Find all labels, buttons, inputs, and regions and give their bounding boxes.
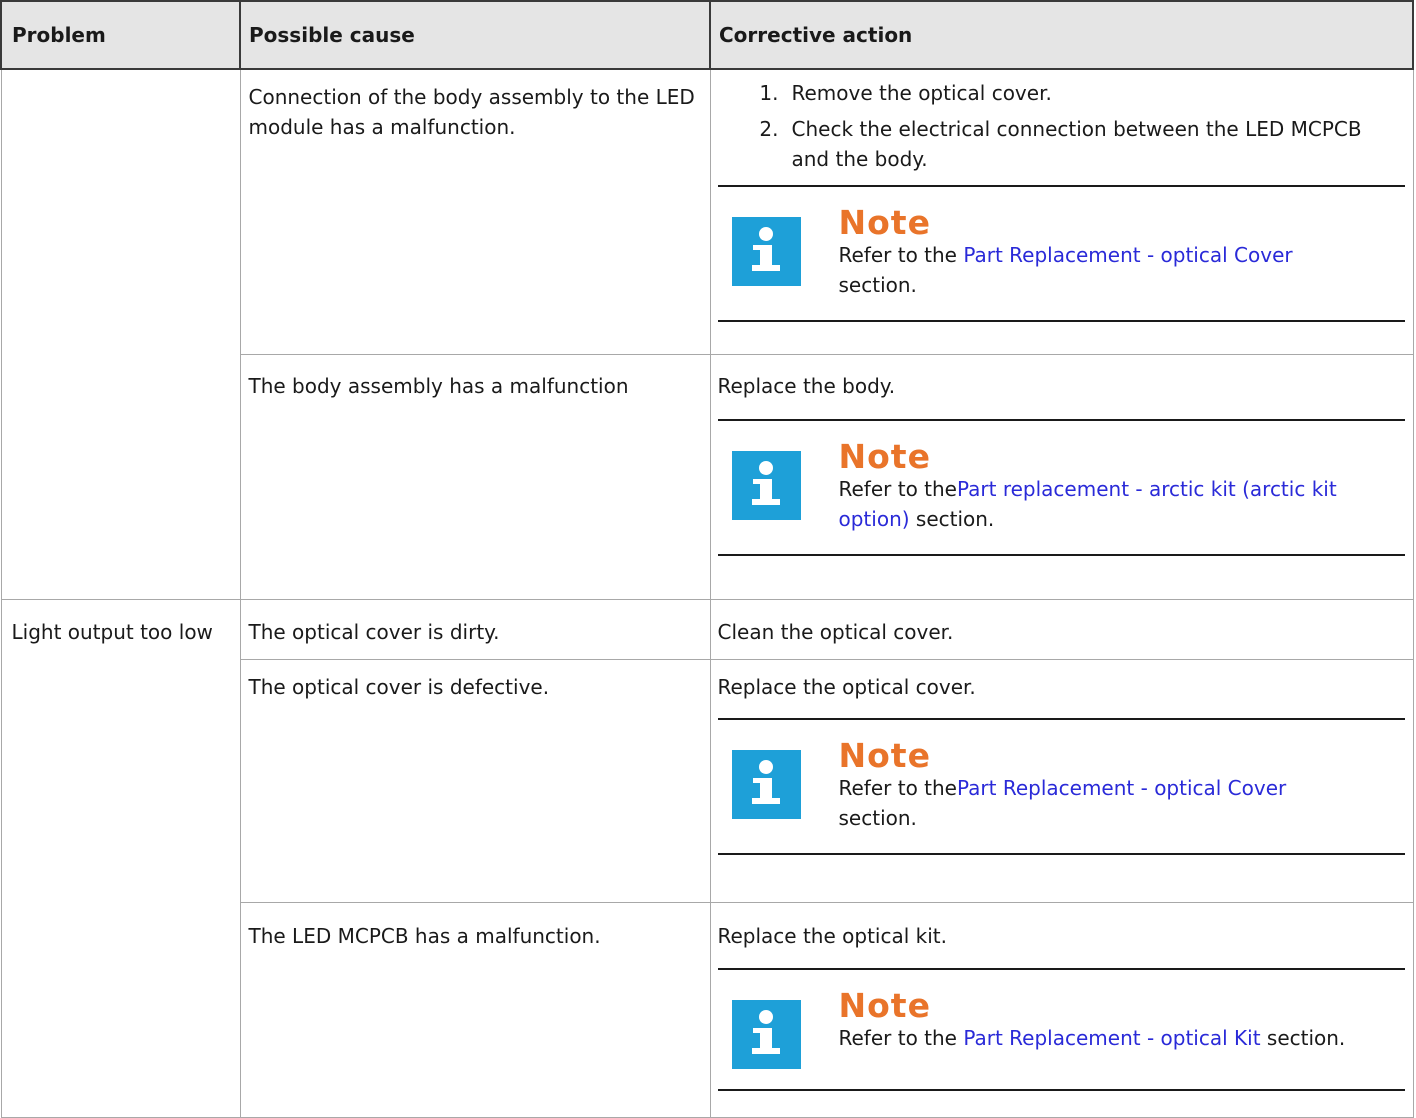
table-row: Light output too low The optical cover i… bbox=[0, 599, 1414, 1118]
problem-cell bbox=[0, 68, 241, 600]
note-text: Refer to thePart Replacement - optical C… bbox=[838, 776, 1287, 830]
info-icon bbox=[731, 451, 801, 520]
problem-cell: Light output too low bbox=[0, 599, 241, 1118]
note-box: Note Refer to thePart Replacement - opti… bbox=[717, 718, 1405, 855]
step-text: Check the electrical connection between … bbox=[791, 117, 1362, 171]
note-text: Refer to thePart replacement - arctic ki… bbox=[838, 477, 1337, 531]
info-icon bbox=[731, 217, 801, 286]
info-icon bbox=[731, 1000, 801, 1069]
step-text: Remove the optical cover. bbox=[791, 81, 1052, 105]
step-number: 1. bbox=[759, 81, 779, 105]
steps-list: 1. Remove the optical cover. 2. Check th… bbox=[718, 78, 1405, 174]
action-cell: 1. Remove the optical cover. 2. Check th… bbox=[709, 68, 1414, 355]
header-problem: Problem bbox=[0, 0, 241, 70]
header-cause: Possible cause bbox=[239, 0, 711, 70]
note-link[interactable]: Part Replacement - optical Kit bbox=[963, 1026, 1260, 1050]
note-box: Note Refer to thePart replacement - arct… bbox=[717, 419, 1405, 556]
cause-cell: The body assembly has a malfunction bbox=[239, 354, 711, 600]
table-row: Connection of the body assembly to the L… bbox=[0, 68, 1414, 600]
note-link[interactable]: Part Replacement - optical Cover bbox=[957, 776, 1286, 800]
action-cell: Replace the body. Note Refer to thePart … bbox=[709, 354, 1414, 600]
cause-cell: The LED MCPCB has a malfunction. bbox=[239, 902, 711, 1118]
troubleshooting-table: Problem Possible cause Corrective action… bbox=[0, 0, 1414, 1118]
header-row: Problem Possible cause Corrective action bbox=[0, 0, 1414, 70]
step-number: 2. bbox=[759, 117, 779, 141]
note-text: Refer to the Part Replacement - optical … bbox=[838, 1026, 1346, 1050]
note-title: Note bbox=[838, 736, 931, 775]
cause-cell: Connection of the body assembly to the L… bbox=[239, 68, 711, 355]
action-cell: Replace the optical cover. Note Refer to… bbox=[709, 659, 1414, 903]
note-title: Note bbox=[838, 986, 931, 1025]
info-icon bbox=[731, 750, 801, 819]
note-box: Note Refer to the Part Replacement - opt… bbox=[717, 968, 1405, 1091]
header-action: Corrective action bbox=[709, 0, 1414, 70]
action-cell: Replace the optical kit. Note Refer to t… bbox=[709, 902, 1414, 1118]
cause-cell: The optical cover is dirty. bbox=[239, 599, 711, 660]
action-text: Replace the optical cover. bbox=[717, 675, 976, 699]
note-title: Note bbox=[838, 437, 931, 476]
note-box: Note Refer to the Part Replacement - opt… bbox=[717, 185, 1405, 322]
note-text: Refer to the Part Replacement - optical … bbox=[838, 243, 1293, 297]
list-item: 2. Check the electrical connection betwe… bbox=[718, 114, 1405, 174]
note-title: Note bbox=[838, 203, 931, 242]
note-link[interactable]: Part Replacement - optical Cover bbox=[963, 243, 1292, 267]
action-text: Replace the optical kit. bbox=[717, 924, 947, 948]
action-cell: Clean the optical cover. bbox=[709, 599, 1414, 660]
list-item: 1. Remove the optical cover. bbox=[718, 78, 1405, 108]
action-text: Replace the body. bbox=[717, 374, 896, 398]
cause-cell: The optical cover is defective. bbox=[239, 659, 711, 903]
